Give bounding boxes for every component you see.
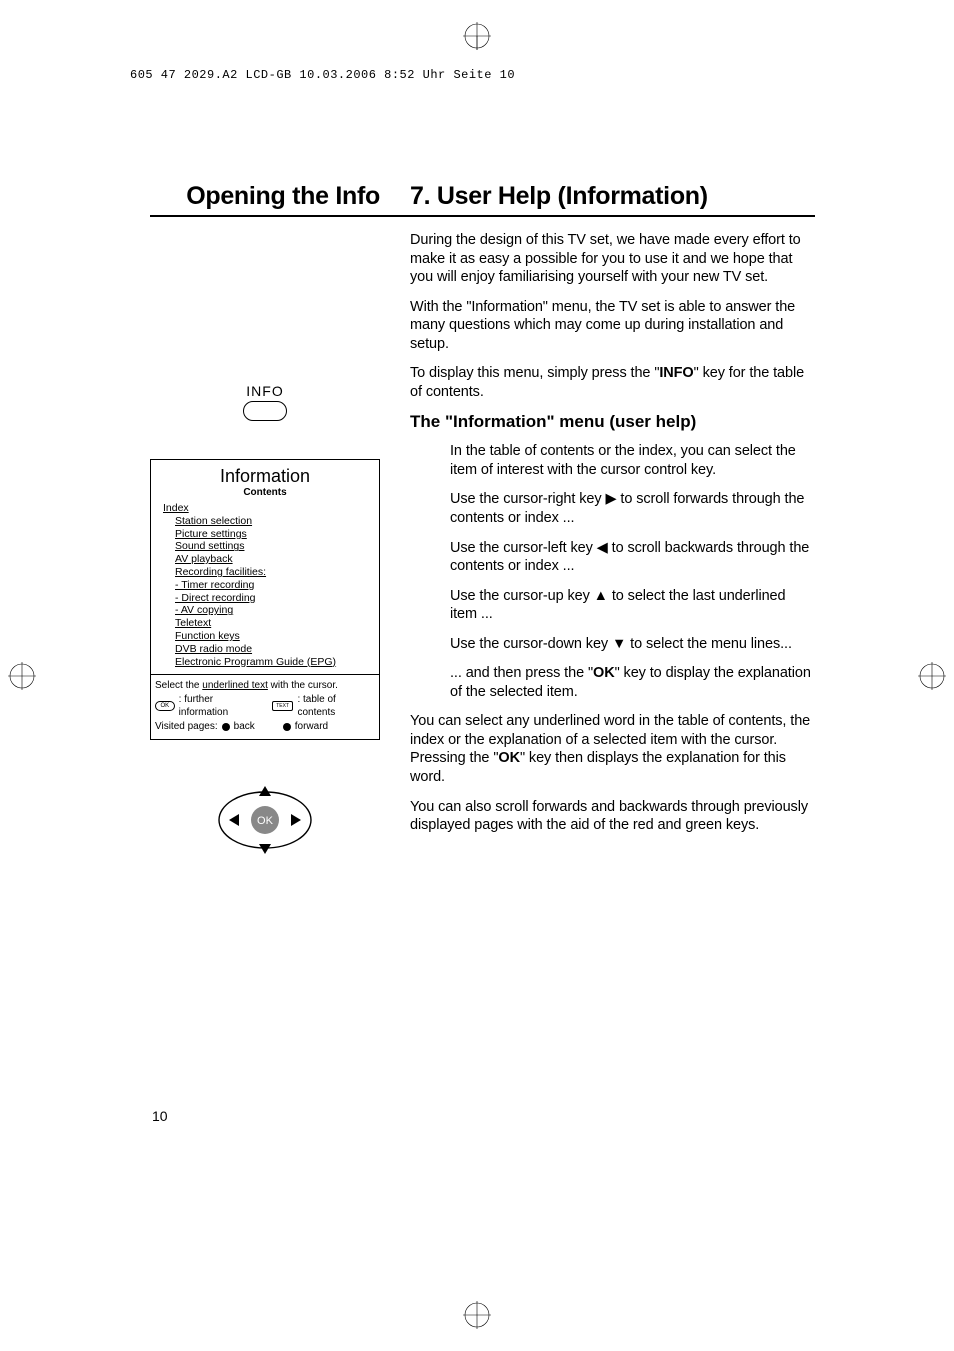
text-pill-icon: TEXT	[272, 701, 294, 711]
info-box-item: - Timer recording	[163, 579, 367, 592]
info-box-item: Index	[163, 502, 367, 515]
info-box-list: Index Station selection Picture settings…	[151, 502, 379, 674]
body-paragraph: With the "Information" menu, the TV set …	[410, 298, 815, 354]
info-box-item: DVB radio mode	[163, 643, 367, 656]
body-paragraph: Use the cursor-up key ▲ to select the la…	[450, 587, 815, 624]
green-dot-icon	[283, 723, 291, 731]
info-box-item: Teletext	[163, 617, 367, 630]
ok-pill-icon: OK	[155, 701, 175, 711]
info-key-label: INFO	[150, 383, 380, 399]
info-box-item: - AV copying	[163, 604, 367, 617]
info-foot-text: Visited pages:	[155, 720, 218, 734]
body-paragraph: You can also scroll forwards and backwar…	[410, 798, 815, 835]
body-paragraph: You can select any underlined word in th…	[410, 712, 815, 786]
info-box-item: Recording facilities:	[163, 566, 367, 579]
info-box-item: Electronic Programm Guide (EPG)	[163, 656, 367, 669]
crop-mark-top-icon	[463, 22, 491, 50]
red-dot-icon	[222, 723, 230, 731]
info-box-footer: Select the underlined text with the curs…	[151, 674, 379, 739]
info-box-item: AV playback	[163, 553, 367, 566]
info-foot-text: Select the	[155, 680, 202, 691]
info-box-item: Function keys	[163, 630, 367, 643]
ok-label: OK	[257, 815, 274, 827]
info-box-item: - Direct recording	[163, 592, 367, 605]
info-foot-text: back	[234, 720, 255, 734]
crop-mark-bottom-icon	[463, 1301, 491, 1329]
section-title-right: 7. User Help (Information)	[410, 182, 815, 211]
section-title-left: Opening the Info	[150, 182, 410, 211]
info-box-subtitle: Contents	[151, 487, 379, 502]
info-box-title: Information	[151, 460, 379, 487]
crop-mark-right-icon	[918, 662, 946, 690]
info-box-item: Picture settings	[163, 528, 367, 541]
body-paragraph: ... and then press the "OK" key to displ…	[450, 664, 815, 701]
info-key-icon	[243, 401, 287, 421]
info-foot-underlined: underlined text	[202, 680, 268, 691]
body-paragraph: To display this menu, simply press the "…	[410, 364, 815, 401]
print-header-text: 605 47 2029.A2 LCD-GB 10.03.2006 8:52 Uh…	[130, 68, 515, 82]
info-foot-text: : further information	[179, 693, 264, 720]
information-osd-box: Information Contents Index Station selec…	[150, 459, 380, 740]
body-paragraph: In the table of contents or the index, y…	[450, 442, 815, 479]
subsection-heading: The "Information" menu (user help)	[410, 412, 815, 432]
info-box-item: Sound settings	[163, 540, 367, 553]
crop-mark-left-icon	[8, 662, 36, 690]
body-paragraph: During the design of this TV set, we hav…	[410, 231, 815, 287]
body-paragraph: Use the cursor-right key ▶ to scroll for…	[450, 490, 815, 527]
page-number: 10	[152, 1108, 168, 1124]
info-foot-text: : table of contents	[297, 693, 375, 720]
body-paragraph: Use the cursor-down key ▼ to select the …	[450, 635, 815, 654]
info-foot-text: forward	[295, 720, 328, 734]
info-box-item: Station selection	[163, 515, 367, 528]
body-paragraph: Use the cursor-left key ◀ to scroll back…	[450, 539, 815, 576]
info-foot-text: with the cursor.	[268, 680, 338, 691]
cursor-navpad-icon: OK	[217, 780, 313, 865]
